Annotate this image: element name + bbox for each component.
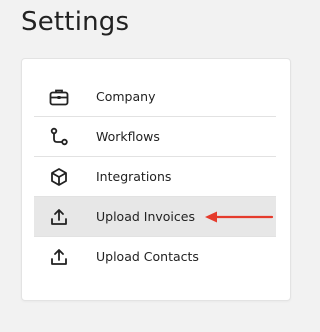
- menu-item-label: Upload Invoices: [96, 209, 195, 224]
- briefcase-icon: [48, 86, 70, 108]
- annotation-arrow-icon: [205, 211, 274, 223]
- menu-item-upload-contacts[interactable]: Upload Contacts: [34, 237, 276, 276]
- menu-item-company[interactable]: Company: [34, 77, 276, 117]
- settings-card: Company Workflows Integrations Upload In…: [21, 58, 291, 301]
- settings-menu: Company Workflows Integrations Upload In…: [34, 77, 276, 276]
- menu-item-integrations[interactable]: Integrations: [34, 157, 276, 197]
- menu-item-workflows[interactable]: Workflows: [34, 117, 276, 157]
- menu-item-upload-invoices[interactable]: Upload Invoices: [34, 197, 276, 237]
- menu-item-label: Company: [96, 89, 156, 104]
- menu-item-label: Workflows: [96, 129, 160, 144]
- page-title: Settings: [21, 7, 130, 37]
- cube-icon: [48, 166, 70, 188]
- upload-icon: [48, 246, 70, 268]
- upload-icon: [48, 206, 70, 228]
- menu-item-label: Upload Contacts: [96, 249, 199, 264]
- menu-item-label: Integrations: [96, 169, 172, 184]
- workflow-icon: [48, 126, 70, 148]
